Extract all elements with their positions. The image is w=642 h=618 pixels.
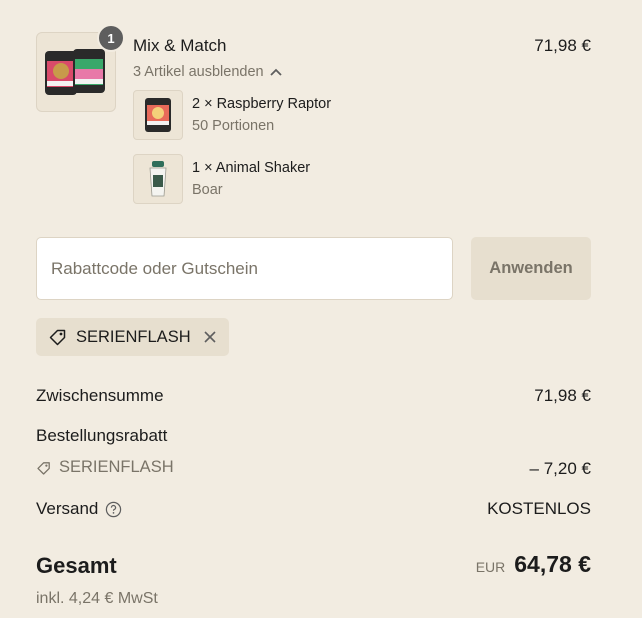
help-circle-icon[interactable]: [105, 501, 122, 518]
hide-items-label: 3 Artikel ausblenden: [133, 64, 264, 80]
apply-discount-button[interactable]: Anwenden: [471, 237, 591, 300]
tax-note: inkl. 4,24 € MwSt: [36, 590, 158, 607]
product-title: Mix & Match: [133, 36, 227, 55]
shipping-label: Versand: [36, 499, 99, 518]
close-icon: [204, 331, 216, 343]
animal-shaker-image: [149, 161, 167, 197]
sub-item-variant: 50 Portionen: [192, 118, 275, 134]
subtotal-label: Zwischensumme: [36, 386, 164, 405]
order-discount-label: Bestellungsrabatt: [36, 426, 168, 445]
remove-code-button[interactable]: [203, 330, 217, 344]
subtotal-value: 71,98 €: [534, 386, 591, 405]
quantity-badge: 1: [97, 24, 125, 52]
chevron-up-icon: [269, 68, 282, 76]
sub-item-thumbnail: [133, 154, 183, 204]
sub-item-name: 1 × Animal Shaker: [192, 160, 311, 176]
raspberry-raptor-image: [145, 98, 171, 132]
order-discount-code-label: SERIENFLASH: [59, 458, 174, 476]
sub-item-variant: Boar: [192, 182, 223, 198]
shipping-row-label: Versand: [36, 499, 122, 519]
discount-code-input[interactable]: [36, 237, 453, 300]
product-image: [45, 49, 105, 95]
order-discount-code: SERIENFLASH: [36, 458, 174, 477]
applied-code-label: SERIENFLASH: [76, 327, 191, 346]
sub-item-thumbnail: [133, 90, 183, 140]
order-discount-value: – 7,20 €: [529, 459, 591, 478]
tag-icon: [37, 461, 50, 475]
total-value: 64,78 €: [514, 551, 591, 577]
shipping-value: KOSTENLOS: [487, 499, 591, 518]
total-amount: EUR 64,78 €: [476, 551, 591, 578]
product-price: 71,98 €: [534, 36, 591, 55]
sub-item-name: 2 × Raspberry Raptor: [192, 96, 332, 112]
total-label: Gesamt: [36, 553, 117, 578]
total-currency: EUR: [475, 559, 506, 575]
tag-icon: [49, 329, 66, 346]
hide-items-toggle[interactable]: 3 Artikel ausblenden: [133, 64, 282, 80]
applied-code-chip: SERIENFLASH: [36, 318, 229, 356]
